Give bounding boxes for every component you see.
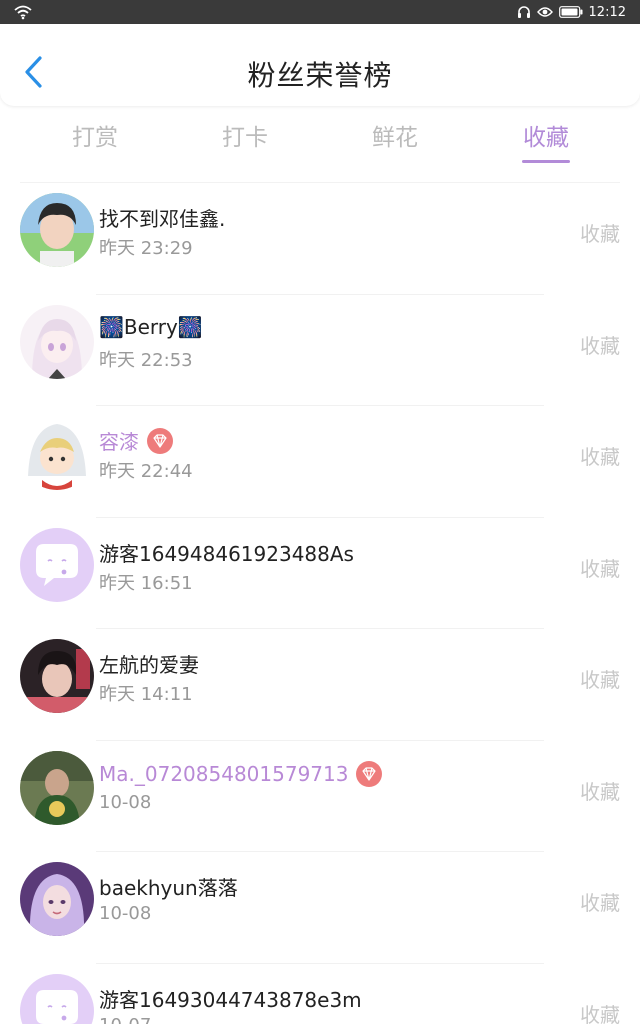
page-title: 粉丝荣誉榜 — [247, 59, 393, 92]
fan-time: 10-08 — [99, 791, 152, 813]
favorite-label: 收藏 — [580, 779, 620, 804]
fan-name: 🎆Berry🎆 — [99, 314, 203, 339]
active-tab-indicator — [522, 160, 570, 163]
avatar — [20, 527, 94, 602]
fan-time: 昨天 22:53 — [99, 349, 193, 371]
fan-name: 左航的爱妻 — [99, 653, 199, 677]
list-item[interactable]: 游客16493044743878e3m 10-07 收藏 — [0, 964, 640, 1024]
favorite-label: 收藏 — [580, 891, 620, 915]
tab-favorites[interactable]: 收藏 — [486, 118, 606, 152]
avatar — [20, 304, 94, 379]
fan-time: 10-08 — [99, 903, 152, 924]
list-item[interactable]: baekhyun落落 10-08 收藏 — [0, 852, 640, 964]
favorite-label: 收藏 — [580, 333, 620, 358]
avatar — [20, 973, 94, 1024]
fan-time: 10-07 — [99, 1015, 151, 1024]
favorite-label: 收藏 — [580, 668, 620, 692]
fan-name: baekhyun落落 — [99, 876, 238, 900]
status-time: 12:12 — [588, 4, 626, 20]
fan-time: 昨天 23:29 — [99, 238, 193, 259]
favorite-label: 收藏 — [580, 222, 620, 246]
fan-time: 昨天 16:51 — [99, 572, 193, 594]
list-item[interactable]: 游客164948461923488As 昨天 16:51 收藏 — [0, 518, 640, 629]
list-item[interactable]: 找不到邓佳鑫. 昨天 23:29 收藏 — [0, 183, 640, 295]
fan-time: 昨天 14:11 — [99, 684, 193, 705]
status-bar: 12:12 — [0, 0, 640, 24]
fan-name: 找不到邓佳鑫. — [99, 207, 226, 231]
fan-name: 容漆 — [99, 426, 173, 455]
list-item[interactable]: 容漆 昨天 22:44 收藏 — [0, 406, 640, 518]
tab-reward[interactable]: 打赏 — [35, 118, 155, 152]
tab-checkin[interactable]: 打卡 — [185, 118, 305, 152]
wifi-icon — [14, 5, 32, 20]
default-chat-icon — [20, 527, 94, 602]
favorite-label: 收藏 — [580, 1002, 620, 1024]
tab-flowers[interactable]: 鲜花 — [335, 118, 455, 152]
eye-icon — [536, 7, 553, 17]
avatar — [20, 193, 94, 267]
fan-time: 昨天 22:44 — [99, 461, 193, 482]
fan-list: 找不到邓佳鑫. 昨天 23:29 收藏 🎆Berry🎆 昨天 22:53 收藏 — [0, 183, 640, 1024]
favorite-label: 收藏 — [580, 445, 620, 469]
default-chat-icon — [20, 973, 94, 1024]
battery-icon — [558, 6, 583, 18]
fan-name: 游客164948461923488As — [99, 541, 354, 566]
tab-bar: 打赏 打卡 鲜花 收藏 — [0, 106, 640, 183]
list-item[interactable]: Ma._0720854801579713 10-08 收藏 — [0, 741, 640, 852]
diamond-badge-icon — [147, 427, 173, 454]
fan-name: Ma._0720854801579713 — [99, 760, 383, 787]
avatar — [20, 750, 94, 825]
list-item[interactable]: 左航的爱妻 昨天 14:11 收藏 — [0, 629, 640, 741]
list-item[interactable]: 🎆Berry🎆 昨天 22:53 收藏 — [0, 295, 640, 406]
avatar — [20, 862, 94, 936]
favorite-label: 收藏 — [580, 556, 620, 581]
headphones-icon — [517, 6, 530, 18]
fan-name: 游客16493044743878e3m — [99, 987, 362, 1012]
diamond-badge-icon — [356, 760, 383, 787]
avatar — [20, 639, 94, 713]
avatar — [20, 416, 94, 490]
header: 粉丝荣誉榜 — [0, 24, 640, 106]
